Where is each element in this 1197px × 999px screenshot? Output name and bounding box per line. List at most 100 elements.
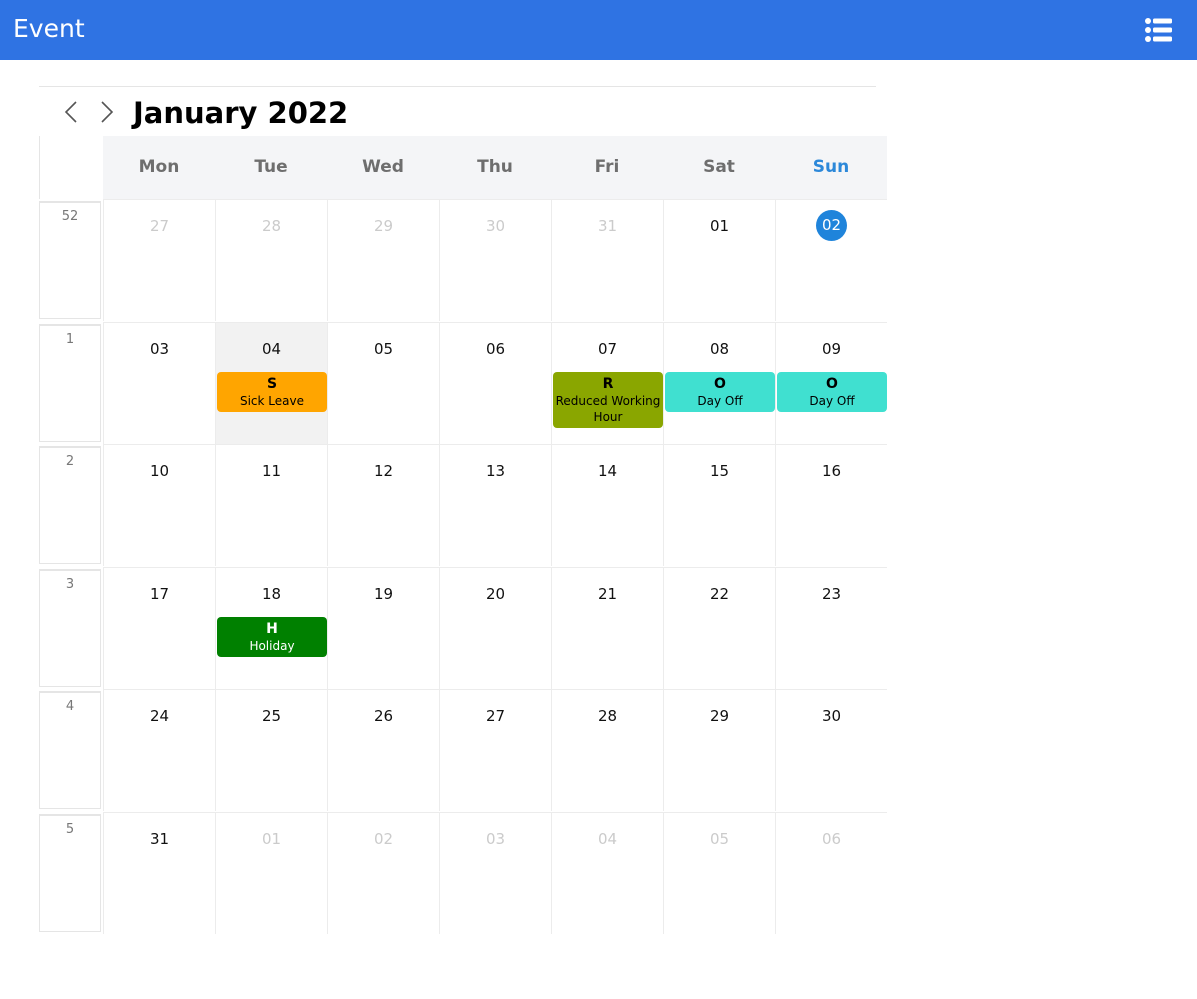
day-cell[interactable]: 12 — [327, 444, 439, 566]
day-cell[interactable]: 07 R Reduced Working Hour — [551, 322, 663, 444]
week-number: 2 — [39, 446, 101, 564]
day-cell[interactable]: 16 — [775, 444, 887, 566]
day-number: 13 — [485, 462, 506, 480]
app-title: Event — [13, 14, 85, 43]
event-label: Day Off — [809, 394, 855, 408]
day-number: 17 — [149, 585, 170, 603]
day-cell[interactable]: 14 — [551, 444, 663, 566]
day-cell[interactable]: 31 — [103, 812, 215, 934]
dow-sat: Sat — [663, 136, 775, 199]
day-cell[interactable]: 15 — [663, 444, 775, 566]
day-cell[interactable]: 05 — [327, 322, 439, 444]
day-number: 03 — [149, 340, 170, 358]
day-cell[interactable]: 28 — [551, 689, 663, 811]
day-number: 03 — [485, 830, 506, 848]
day-cell[interactable]: 29 — [327, 199, 439, 321]
day-number: 04 — [261, 340, 282, 358]
day-cell[interactable]: 02 — [775, 199, 887, 321]
event-label: Reduced Working Hour — [555, 394, 661, 424]
event-chip[interactable]: O Day Off — [665, 372, 775, 412]
day-cell[interactable]: 30 — [775, 689, 887, 811]
month-title: January 2022 — [133, 96, 349, 130]
day-cell[interactable]: 17 — [103, 567, 215, 689]
dow-fri: Fri — [551, 136, 663, 199]
week-row: 4 24 25 26 27 28 29 30 — [39, 689, 887, 811]
day-number: 27 — [485, 707, 506, 725]
week-row: 1 03 04 S Sick Leave 05 06 07 R Reduced Working H… — [39, 322, 887, 444]
day-cell[interactable]: 05 — [663, 812, 775, 934]
chevron-right-icon[interactable] — [96, 99, 120, 125]
app-header: Event — [0, 0, 1197, 60]
week-row: 2 10 11 12 13 14 15 16 — [39, 444, 887, 566]
day-number: 30 — [821, 707, 842, 725]
day-cell[interactable]: 11 — [215, 444, 327, 566]
week-number: 5 — [39, 814, 101, 932]
day-cell[interactable]: 27 — [439, 689, 551, 811]
day-number: 10 — [149, 462, 170, 480]
event-label: Day Off — [697, 394, 743, 408]
day-cell[interactable]: 19 — [327, 567, 439, 689]
day-cell[interactable]: 01 — [663, 199, 775, 321]
day-number: 06 — [485, 340, 506, 358]
day-number: 27 — [149, 217, 170, 235]
day-cell[interactable]: 04 — [551, 812, 663, 934]
day-number: 15 — [709, 462, 730, 480]
calendar: January 2022 Mon Tue Wed Thu Fri Sat Sun… — [39, 86, 887, 934]
day-number: 26 — [373, 707, 394, 725]
day-cell[interactable]: 02 — [327, 812, 439, 934]
day-cell[interactable]: 25 — [215, 689, 327, 811]
dow-wed: Wed — [327, 136, 439, 199]
day-cell[interactable]: 04 S Sick Leave — [215, 322, 327, 444]
day-cell[interactable]: 21 — [551, 567, 663, 689]
day-number: 09 — [821, 340, 842, 358]
day-cell[interactable]: 20 — [439, 567, 551, 689]
day-cell[interactable]: 08 O Day Off — [663, 322, 775, 444]
day-cell[interactable]: 30 — [439, 199, 551, 321]
dow-sun: Sun — [775, 136, 887, 199]
day-cell[interactable]: 27 — [103, 199, 215, 321]
event-code: R — [602, 376, 614, 392]
day-number: 01 — [261, 830, 282, 848]
day-cell[interactable]: 06 — [439, 322, 551, 444]
day-cell[interactable]: 09 O Day Off — [775, 322, 887, 444]
event-chip[interactable]: R Reduced Working Hour — [553, 372, 663, 428]
event-chip[interactable]: H Holiday — [217, 617, 327, 657]
week-row: 5 31 01 02 03 04 05 06 — [39, 812, 887, 934]
calendar-header: January 2022 — [39, 86, 876, 137]
day-cell[interactable]: 23 — [775, 567, 887, 689]
day-number: 05 — [709, 830, 730, 848]
day-cell[interactable]: 28 — [215, 199, 327, 321]
day-cell[interactable]: 31 — [551, 199, 663, 321]
day-cell[interactable]: 01 — [215, 812, 327, 934]
day-number: 30 — [485, 217, 506, 235]
day-cell[interactable]: 24 — [103, 689, 215, 811]
day-cell[interactable]: 13 — [439, 444, 551, 566]
day-number: 16 — [821, 462, 842, 480]
day-number: 31 — [597, 217, 618, 235]
day-number: 21 — [597, 585, 618, 603]
day-cell[interactable]: 18 H Holiday — [215, 567, 327, 689]
day-cell[interactable]: 03 — [103, 322, 215, 444]
list-icon[interactable] — [1145, 17, 1173, 43]
chevron-left-icon[interactable] — [60, 99, 84, 125]
event-code: H — [266, 621, 278, 637]
days-of-week-header: Mon Tue Wed Thu Fri Sat Sun — [39, 136, 887, 199]
day-cell[interactable]: 26 — [327, 689, 439, 811]
day-cell[interactable]: 06 — [775, 812, 887, 934]
week-number-header — [39, 136, 103, 199]
day-number: 19 — [373, 585, 394, 603]
day-number: 20 — [485, 585, 506, 603]
day-number: 01 — [709, 217, 730, 235]
day-cell[interactable]: 10 — [103, 444, 215, 566]
event-chip[interactable]: O Day Off — [777, 372, 887, 412]
dow-mon: Mon — [103, 136, 215, 199]
day-number: 18 — [261, 585, 282, 603]
day-number: 14 — [597, 462, 618, 480]
day-cell[interactable]: 03 — [439, 812, 551, 934]
day-cell[interactable]: 22 — [663, 567, 775, 689]
day-number: 23 — [821, 585, 842, 603]
day-number: 28 — [597, 707, 618, 725]
day-number: 29 — [373, 217, 394, 235]
day-cell[interactable]: 29 — [663, 689, 775, 811]
event-chip[interactable]: S Sick Leave — [217, 372, 327, 412]
